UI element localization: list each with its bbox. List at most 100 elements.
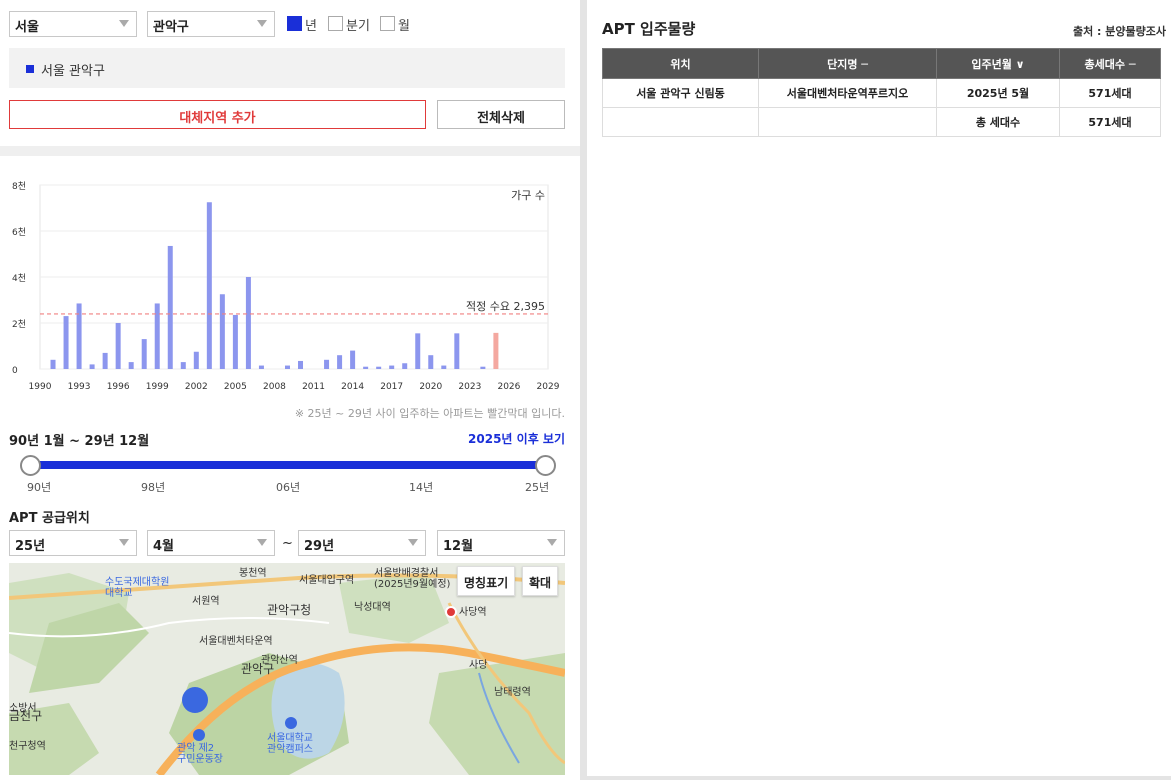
y-tick-label: 4천 [12, 273, 26, 284]
slider-tick: 98년 [141, 481, 166, 494]
district-select[interactable]: 관악구 [147, 11, 275, 37]
cell: 571세대 [1059, 107, 1161, 137]
range-label: 90년 1월 ~ 29년 12월 [9, 434, 150, 449]
chart-bar [63, 316, 69, 369]
source-note: 출처 : 분양물량조사 [1072, 25, 1166, 38]
city-select-value: 서울 [15, 20, 39, 35]
from-year-value: 25년 [15, 539, 46, 554]
series-label: 가구 수 [511, 189, 545, 202]
x-tick-label: 1993 [68, 382, 91, 392]
slider-tick: 25년 [525, 481, 550, 494]
region-item[interactable]: 서울 관악구 [41, 60, 105, 79]
x-tick-label: 1996 [107, 382, 130, 392]
chart-bar [298, 360, 304, 369]
x-tick-label: 2026 [497, 382, 520, 392]
supply-table: 위치 단지명 ─ 입주년월 ∨ 총세대수 ─ 서울 관악구 신림동 서울대벤처타… [602, 48, 1161, 137]
slider-tick: 06년 [276, 481, 301, 494]
map-label: 서원역 [192, 596, 220, 607]
checkbox-month-label: 월 [398, 19, 410, 34]
chevron-down-icon [547, 539, 557, 546]
chart-bar [350, 350, 356, 369]
chart-bar [141, 339, 147, 369]
to-month-value: 12월 [443, 539, 474, 554]
chevron-down-icon [408, 539, 418, 546]
chart-bar [115, 323, 121, 369]
add-region-button[interactable]: 대체지역 추가 [9, 100, 426, 129]
checkbox-month[interactable] [380, 16, 395, 31]
chart-bar [441, 365, 447, 369]
x-tick-label: 2011 [302, 382, 325, 392]
from-year-select[interactable]: 25년 [9, 530, 137, 556]
chart-bar [337, 355, 343, 369]
checkbox-year-label: 년 [305, 19, 317, 34]
checkbox-year[interactable] [287, 16, 302, 31]
chart-bar [493, 332, 499, 369]
checkbox-quarter[interactable] [328, 16, 343, 31]
map-label: 관악구청 [267, 603, 312, 617]
y-tick-label: 2천 [12, 319, 26, 330]
y-tick-label: 8천 [12, 181, 26, 192]
slider-tick: 14년 [409, 481, 434, 494]
chart-bar [128, 362, 134, 369]
region-list: 서울 관악구 [9, 48, 565, 88]
chart-bar [180, 362, 186, 369]
after-2025-link[interactable]: 2025년 이후 보기 [468, 430, 565, 447]
map-label: 서울방배경찰서 (2025년9월예정) [374, 568, 451, 590]
x-tick-label: 2017 [380, 382, 403, 392]
cell: 서울 관악구 신림동 [602, 78, 759, 108]
map-label: 남태령역 [494, 687, 531, 698]
col-complex[interactable]: 단지명 ─ [758, 48, 937, 79]
from-month-value: 4월 [153, 539, 175, 554]
delete-all-button[interactable]: 전체삭제 [437, 100, 565, 129]
chart-bar [167, 245, 173, 369]
slider-tick: 90년 [27, 481, 52, 494]
col-households[interactable]: 총세대수 ─ [1059, 48, 1161, 79]
range-slider-track[interactable] [30, 461, 546, 469]
chevron-down-icon [257, 20, 267, 27]
to-year-select[interactable]: 29년 [298, 530, 426, 556]
range-slider-start-handle[interactable] [20, 455, 41, 476]
map-zoom-button[interactable]: 확대 [522, 566, 559, 596]
table-row[interactable]: 서울 관악구 신림동 서울대벤처타운역푸르지오 2025년 5월 571세대 [602, 78, 1161, 108]
chart-bar [284, 365, 290, 369]
chart-bar [363, 366, 369, 369]
col-move-in[interactable]: 입주년월 ∨ [936, 48, 1060, 79]
chart-bar [258, 365, 264, 369]
chart-bar [193, 351, 199, 369]
to-month-select[interactable]: 12월 [437, 530, 565, 556]
map-label: 서울대벤처타운역 [199, 636, 273, 647]
range-slider-end-handle[interactable] [535, 455, 556, 476]
cell [758, 107, 937, 137]
map-label: 서울대입구역 [299, 575, 355, 586]
chart-bar [89, 364, 95, 369]
chart-bar [324, 359, 330, 369]
chart-bar [76, 303, 82, 369]
map-label: 수도국제대학원 대학교 [105, 577, 170, 599]
right-panel: APT 입주물량 출처 : 분양물량조사 위치 단지명 ─ 입주년월 ∨ 총세대… [587, 0, 1171, 776]
map-label: 관악 제2 구민운동장 [177, 743, 223, 765]
cell: 서울대벤처타운역푸르지오 [758, 78, 937, 108]
chart-bar [389, 365, 395, 369]
x-tick-label: 1999 [146, 382, 169, 392]
chart-bar [454, 333, 460, 369]
x-tick-label: 2020 [419, 382, 442, 392]
supply-chart: 8천 6천 4천 2천 0 1990 1993 1996 1999 2002 2005 2008 201… [12, 181, 560, 392]
city-select[interactable]: 서울 [9, 11, 137, 37]
x-tick-label: 2014 [341, 382, 364, 392]
map-label: 관악구 [241, 662, 275, 676]
chart-bar [480, 366, 486, 369]
cell: 총 세대수 [936, 107, 1060, 137]
map-label-toggle-button[interactable]: 명칭표기 [457, 566, 516, 596]
cell: 2025년 5월 [936, 78, 1060, 108]
map-label: 사당역 [459, 607, 487, 618]
x-tick-label: 2002 [185, 382, 208, 392]
table-total-row: 총 세대수 571세대 [602, 107, 1161, 137]
map-label: 봉천역 [239, 568, 267, 579]
x-tick-label: 2008 [263, 382, 286, 392]
reference-label: 적정 수요 2,395 [466, 300, 545, 313]
x-tick-label: 2029 [537, 382, 560, 392]
cell [602, 107, 759, 137]
left-panel: 서울 관악구 년 분기 월 서울 관악구 대체지역 추가 전체삭제 8천 6천 4천… [0, 0, 580, 780]
from-month-select[interactable]: 4월 [147, 530, 275, 556]
map-label: 금천구 [9, 709, 43, 723]
